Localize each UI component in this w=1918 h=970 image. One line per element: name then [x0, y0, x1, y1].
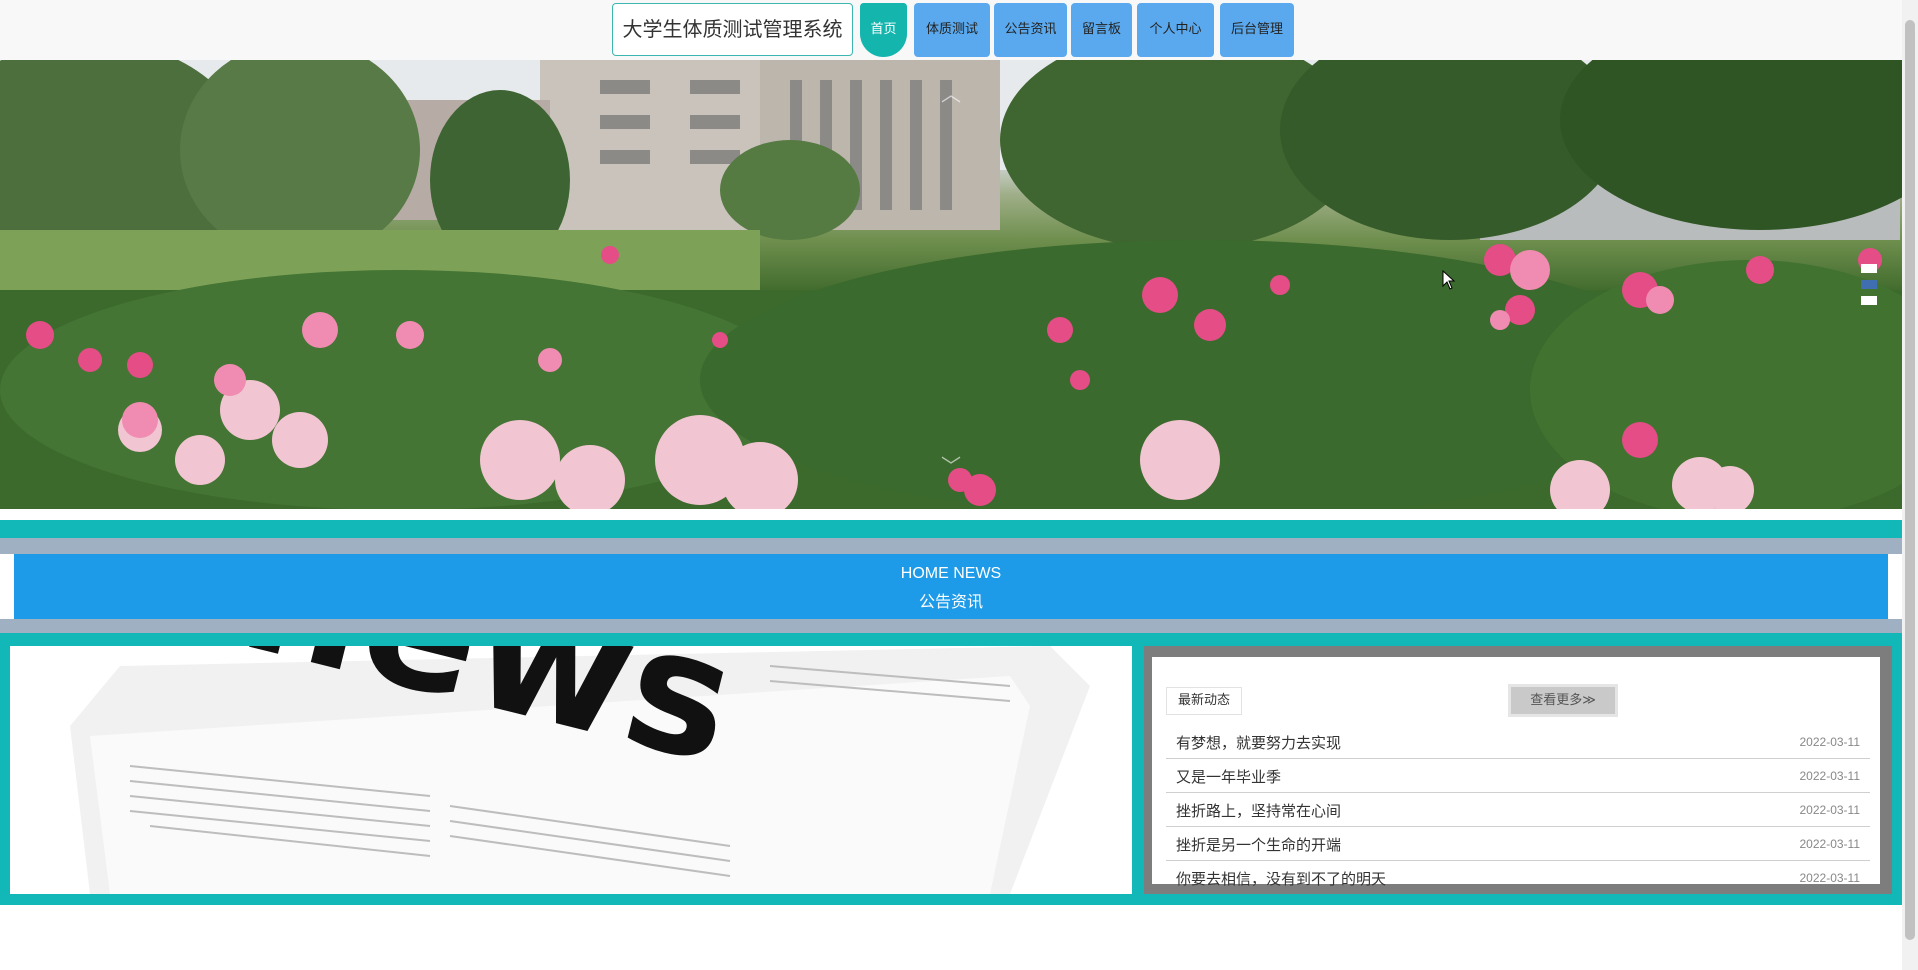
- news-item-date: 2022-03-11: [1799, 735, 1861, 749]
- carousel-slide-image: [0, 60, 1902, 509]
- news-list-item[interactable]: 挫折是另一个生命的开端 2022-03-11: [1166, 827, 1870, 861]
- news-banner-image[interactable]: news: [10, 646, 1132, 894]
- latest-news-tag: 最新动态: [1166, 687, 1242, 715]
- nav-admin[interactable]: 后台管理: [1220, 3, 1294, 57]
- carousel-dot-3[interactable]: [1861, 296, 1877, 305]
- news-list-item[interactable]: 有梦想，就要努力去实现 2022-03-11: [1166, 725, 1870, 759]
- view-more-button[interactable]: 查看更多≫: [1508, 684, 1618, 717]
- hero-carousel[interactable]: ︿ ﹀: [0, 60, 1902, 509]
- news-list-item[interactable]: 又是一年毕业季 2022-03-11: [1166, 759, 1870, 793]
- section-band-gray-bottom: [0, 619, 1902, 633]
- scrollbar-thumb[interactable]: [1905, 20, 1915, 940]
- news-title-en: HOME NEWS: [900, 565, 1002, 582]
- news-title-zh: 公告资讯: [918, 592, 983, 611]
- news-item-title: 你要去相信，没有到不了的明天: [1176, 870, 1387, 888]
- news-item-title: 有梦想，就要努力去实现: [1176, 734, 1342, 752]
- news-list-item[interactable]: 挫折路上，坚持常在心间 2022-03-11: [1166, 793, 1870, 827]
- nav-personal-center[interactable]: 个人中心: [1137, 3, 1214, 57]
- chevron-down-icon: ﹀: [941, 456, 961, 478]
- nav-message-board[interactable]: 留言板: [1071, 3, 1132, 57]
- double-chevron-right-icon: ≫: [1582, 693, 1596, 708]
- news-item-title: 又是一年毕业季: [1176, 768, 1282, 786]
- news-item-date: 2022-03-11: [1799, 803, 1861, 817]
- section-band-gray: [0, 538, 1902, 554]
- nav-home[interactable]: 首页: [860, 3, 907, 57]
- section-band: [0, 520, 1902, 538]
- carousel-prev-button[interactable]: ︿: [940, 84, 962, 106]
- news-item-date: 2022-03-11: [1799, 837, 1861, 851]
- carousel-next-button[interactable]: ﹀: [940, 456, 962, 478]
- carousel-dot-2[interactable]: [1861, 280, 1877, 289]
- latest-news-list: 最新动态 查看更多≫ 有梦想，就要努力去实现 2022-03-11 又是一年毕业…: [1152, 657, 1880, 888]
- top-navbar: 大学生体质测试管理系统 首页 体质测试 公告资讯 留言板 个人中心 后台管理: [0, 0, 1902, 60]
- view-more-label: 查看更多: [1530, 693, 1583, 708]
- carousel-dot-1[interactable]: [1861, 264, 1877, 273]
- mouse-cursor-icon: [1442, 270, 1456, 290]
- news-item-date: 2022-03-11: [1799, 769, 1861, 783]
- latest-news-panel: 最新动态 查看更多≫ 有梦想，就要努力去实现 2022-03-11 又是一年毕业…: [1144, 646, 1892, 894]
- news-list-item[interactable]: 你要去相信，没有到不了的明天 2022-03-11: [1166, 861, 1870, 894]
- nav-fitness-test[interactable]: 体质测试: [914, 3, 990, 57]
- site-brand[interactable]: 大学生体质测试管理系统: [612, 3, 853, 56]
- news-item-title: 挫折是另一个生命的开端: [1176, 836, 1342, 854]
- nav-announcements[interactable]: 公告资讯: [994, 3, 1067, 57]
- page-scrollbar[interactable]: [1902, 0, 1918, 970]
- news-item-date: 2022-03-11: [1799, 871, 1861, 885]
- news-section-header: HOME NEWS 公告资讯: [14, 554, 1888, 619]
- news-item-title: 挫折路上，坚持常在心间: [1176, 802, 1342, 820]
- chevron-up-icon: ︿: [941, 84, 961, 106]
- newspaper-illustration: news: [10, 646, 1132, 894]
